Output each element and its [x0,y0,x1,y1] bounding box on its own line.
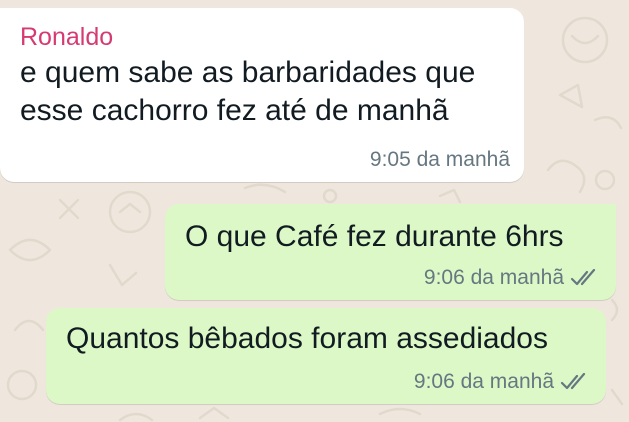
message-text: O que Café fez durante 6hrs [185,220,564,253]
message-meta: 9:06 da manhã [424,266,600,290]
double-check-read-icon [560,373,586,390]
outgoing-message-bubble[interactable]: O que Café fez durante 6hrs 9:06 da manh… [165,204,616,300]
message-text: e quem sabe as barbaridades que esse cac… [20,54,508,130]
message-timestamp: 9:06 da manhã [413,370,554,393]
message-text-line: e quem sabe as barbaridades que [20,56,476,89]
incoming-message-bubble[interactable]: Ronaldo e quem sabe as barbaridades que … [0,8,524,182]
sender-name[interactable]: Ronaldo [20,22,508,52]
message-timestamp: 9:05 da manhã [369,148,510,171]
double-check-read-icon [570,269,596,286]
message-text: Quantos bêbados foram assediados [66,322,548,355]
outgoing-message-bubble[interactable]: Quantos bêbados foram assediados 9:06 da… [46,308,606,404]
message-meta: 9:06 da manhã [414,370,590,394]
message-timestamp: 9:06 da manhã [423,266,564,289]
message-text-line: esse cachorro fez até de manhã [20,94,449,127]
message-meta: 9:05 da manhã [370,148,510,172]
